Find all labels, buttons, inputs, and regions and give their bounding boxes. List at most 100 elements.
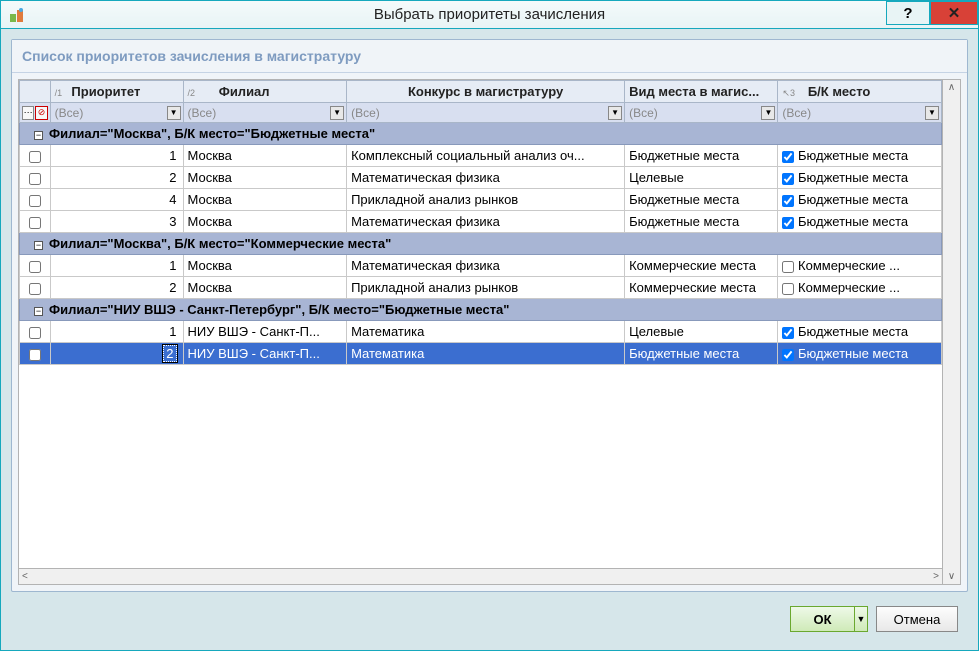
scroll-right-icon[interactable]: >: [930, 571, 942, 582]
cell-filial: Москва: [183, 189, 347, 211]
scroll-down-icon[interactable]: ∨: [948, 569, 955, 584]
row-checkbox-cell: [20, 321, 51, 343]
dropdown-icon[interactable]: ▼: [167, 106, 181, 120]
cell-bk-place: Бюджетные места: [778, 189, 942, 211]
group-row[interactable]: −Филиал="НИУ ВШЭ - Санкт-Петербург", Б/К…: [20, 299, 942, 321]
table-row[interactable]: 2МоскваМатематическая физикаЦелевые Бюдж…: [20, 167, 942, 189]
table-row[interactable]: 2МоскваПрикладной анализ рынковКоммерчес…: [20, 277, 942, 299]
bk-checkbox[interactable]: [782, 261, 794, 273]
row-checkbox[interactable]: [29, 327, 41, 339]
collapse-icon[interactable]: −: [34, 241, 43, 250]
table-row[interactable]: 2НИУ ВШЭ - Санкт-П...Математика Бюджетные…: [20, 343, 942, 365]
help-button[interactable]: ?: [886, 1, 930, 25]
horizontal-scrollbar[interactable]: < >: [18, 569, 943, 585]
row-checkbox-cell: [20, 167, 51, 189]
cell-bk-place: Бюджетные места: [778, 343, 942, 365]
scroll-up-icon[interactable]: ∧: [948, 80, 955, 95]
bk-checkbox[interactable]: [782, 349, 794, 361]
close-button[interactable]: ✕: [930, 1, 978, 25]
bk-checkbox[interactable]: [782, 173, 794, 185]
row-checkbox[interactable]: [29, 217, 41, 229]
row-checkbox[interactable]: [29, 261, 41, 273]
cell-priority[interactable]: 2: [50, 277, 183, 299]
filter-clear-button[interactable]: ⊘: [35, 106, 47, 120]
cell-contest: Прикладной анализ рынков: [347, 277, 625, 299]
cancel-button[interactable]: Отмена: [876, 606, 958, 632]
cell-bk-place: Бюджетные места: [778, 321, 942, 343]
bk-checkbox[interactable]: [782, 195, 794, 207]
filter-bk-place[interactable]: (Все): [780, 106, 924, 120]
cell-place-type: Целевые: [625, 167, 778, 189]
dropdown-icon[interactable]: ▼: [330, 106, 344, 120]
filter-filial[interactable]: (Все): [186, 106, 330, 120]
ok-button[interactable]: ОК: [790, 606, 854, 632]
cell-priority[interactable]: 1: [50, 145, 183, 167]
cell-priority[interactable]: 1: [50, 321, 183, 343]
row-checkbox[interactable]: [29, 195, 41, 207]
row-checkbox[interactable]: [29, 151, 41, 163]
col-priority[interactable]: /1 Приоритет: [50, 81, 183, 103]
cell-filial: Москва: [183, 211, 347, 233]
dropdown-icon[interactable]: ▼: [761, 106, 775, 120]
titlebar: Выбрать приоритеты зачисления ? ✕: [1, 1, 978, 29]
filter-priority[interactable]: (Все): [53, 106, 166, 120]
cell-place-type: Бюджетные места: [625, 211, 778, 233]
cell-bk-place: Бюджетные места: [778, 167, 942, 189]
cell-contest: Математика: [347, 343, 625, 365]
cell-filial: НИУ ВШЭ - Санкт-П...: [183, 343, 347, 365]
col-contest[interactable]: Конкурс в магистратуру: [347, 81, 625, 103]
dropdown-icon[interactable]: ▼: [608, 106, 622, 120]
col-bk-place[interactable]: ↖3 Б/К место: [778, 81, 942, 103]
bk-checkbox[interactable]: [782, 217, 794, 229]
filter-row: ⋯ ⊘ (Все) ▼ (Все) ▼: [20, 103, 942, 123]
col-checkbox[interactable]: [20, 81, 51, 103]
bk-checkbox[interactable]: [782, 151, 794, 163]
table-row[interactable]: 1НИУ ВШЭ - Санкт-П...МатематикаЦелевые Б…: [20, 321, 942, 343]
cell-filial: Москва: [183, 167, 347, 189]
cell-contest: Математическая физика: [347, 211, 625, 233]
cell-contest: Комплексный социальный анализ оч...: [347, 145, 625, 167]
cell-place-type: Бюджетные места: [625, 145, 778, 167]
row-checkbox[interactable]: [29, 173, 41, 185]
filter-ellipsis-button[interactable]: ⋯: [22, 106, 34, 120]
vertical-scrollbar[interactable]: ∧ ∨: [943, 79, 961, 585]
row-checkbox-cell: [20, 277, 51, 299]
table-row[interactable]: 4МоскваПрикладной анализ рынковБюджетные…: [20, 189, 942, 211]
cell-priority[interactable]: 2: [50, 167, 183, 189]
group-row[interactable]: −Филиал="Москва", Б/К место="Бюджетные м…: [20, 123, 942, 145]
col-place-type[interactable]: Вид места в магис...: [625, 81, 778, 103]
col-filial[interactable]: /2 Филиал: [183, 81, 347, 103]
cell-priority[interactable]: 1: [50, 255, 183, 277]
cell-contest: Математика: [347, 321, 625, 343]
cell-place-type: Бюджетные места: [625, 189, 778, 211]
cell-priority[interactable]: 4: [50, 189, 183, 211]
cell-contest: Математическая физика: [347, 255, 625, 277]
row-checkbox[interactable]: [29, 349, 41, 361]
collapse-icon[interactable]: −: [34, 131, 43, 140]
table-row[interactable]: 1МоскваКомплексный социальный анализ оч.…: [20, 145, 942, 167]
cell-place-type: Целевые: [625, 321, 778, 343]
cell-bk-place: Бюджетные места: [778, 211, 942, 233]
dialog-window: Выбрать приоритеты зачисления ? ✕ Список…: [0, 0, 979, 651]
bk-checkbox[interactable]: [782, 283, 794, 295]
bk-checkbox[interactable]: [782, 327, 794, 339]
cell-priority[interactable]: 2: [50, 343, 183, 365]
ok-dropdown-button[interactable]: ▼: [854, 606, 868, 632]
group-row[interactable]: −Филиал="Москва", Б/К место="Коммерчески…: [20, 233, 942, 255]
cell-bk-place: Бюджетные места: [778, 145, 942, 167]
grid-table: /1 Приоритет /2 Филиал Конкурс в магистр…: [19, 80, 942, 365]
cell-filial: Москва: [183, 277, 347, 299]
row-checkbox-cell: [20, 211, 51, 233]
collapse-icon[interactable]: −: [34, 307, 43, 316]
filter-place-type[interactable]: (Все): [627, 106, 760, 120]
scroll-left-icon[interactable]: <: [19, 571, 31, 582]
filter-contest[interactable]: (Все): [349, 106, 607, 120]
table-row[interactable]: 1МоскваМатематическая физикаКоммерческие…: [20, 255, 942, 277]
table-row[interactable]: 3МоскваМатематическая физикаБюджетные ме…: [20, 211, 942, 233]
sort-asc-icon: ↖3: [782, 88, 795, 98]
dropdown-icon[interactable]: ▼: [925, 106, 939, 120]
cell-priority[interactable]: 3: [50, 211, 183, 233]
grid-container: /1 Приоритет /2 Филиал Конкурс в магистр…: [12, 73, 967, 591]
row-checkbox-cell: [20, 343, 51, 365]
row-checkbox[interactable]: [29, 283, 41, 295]
